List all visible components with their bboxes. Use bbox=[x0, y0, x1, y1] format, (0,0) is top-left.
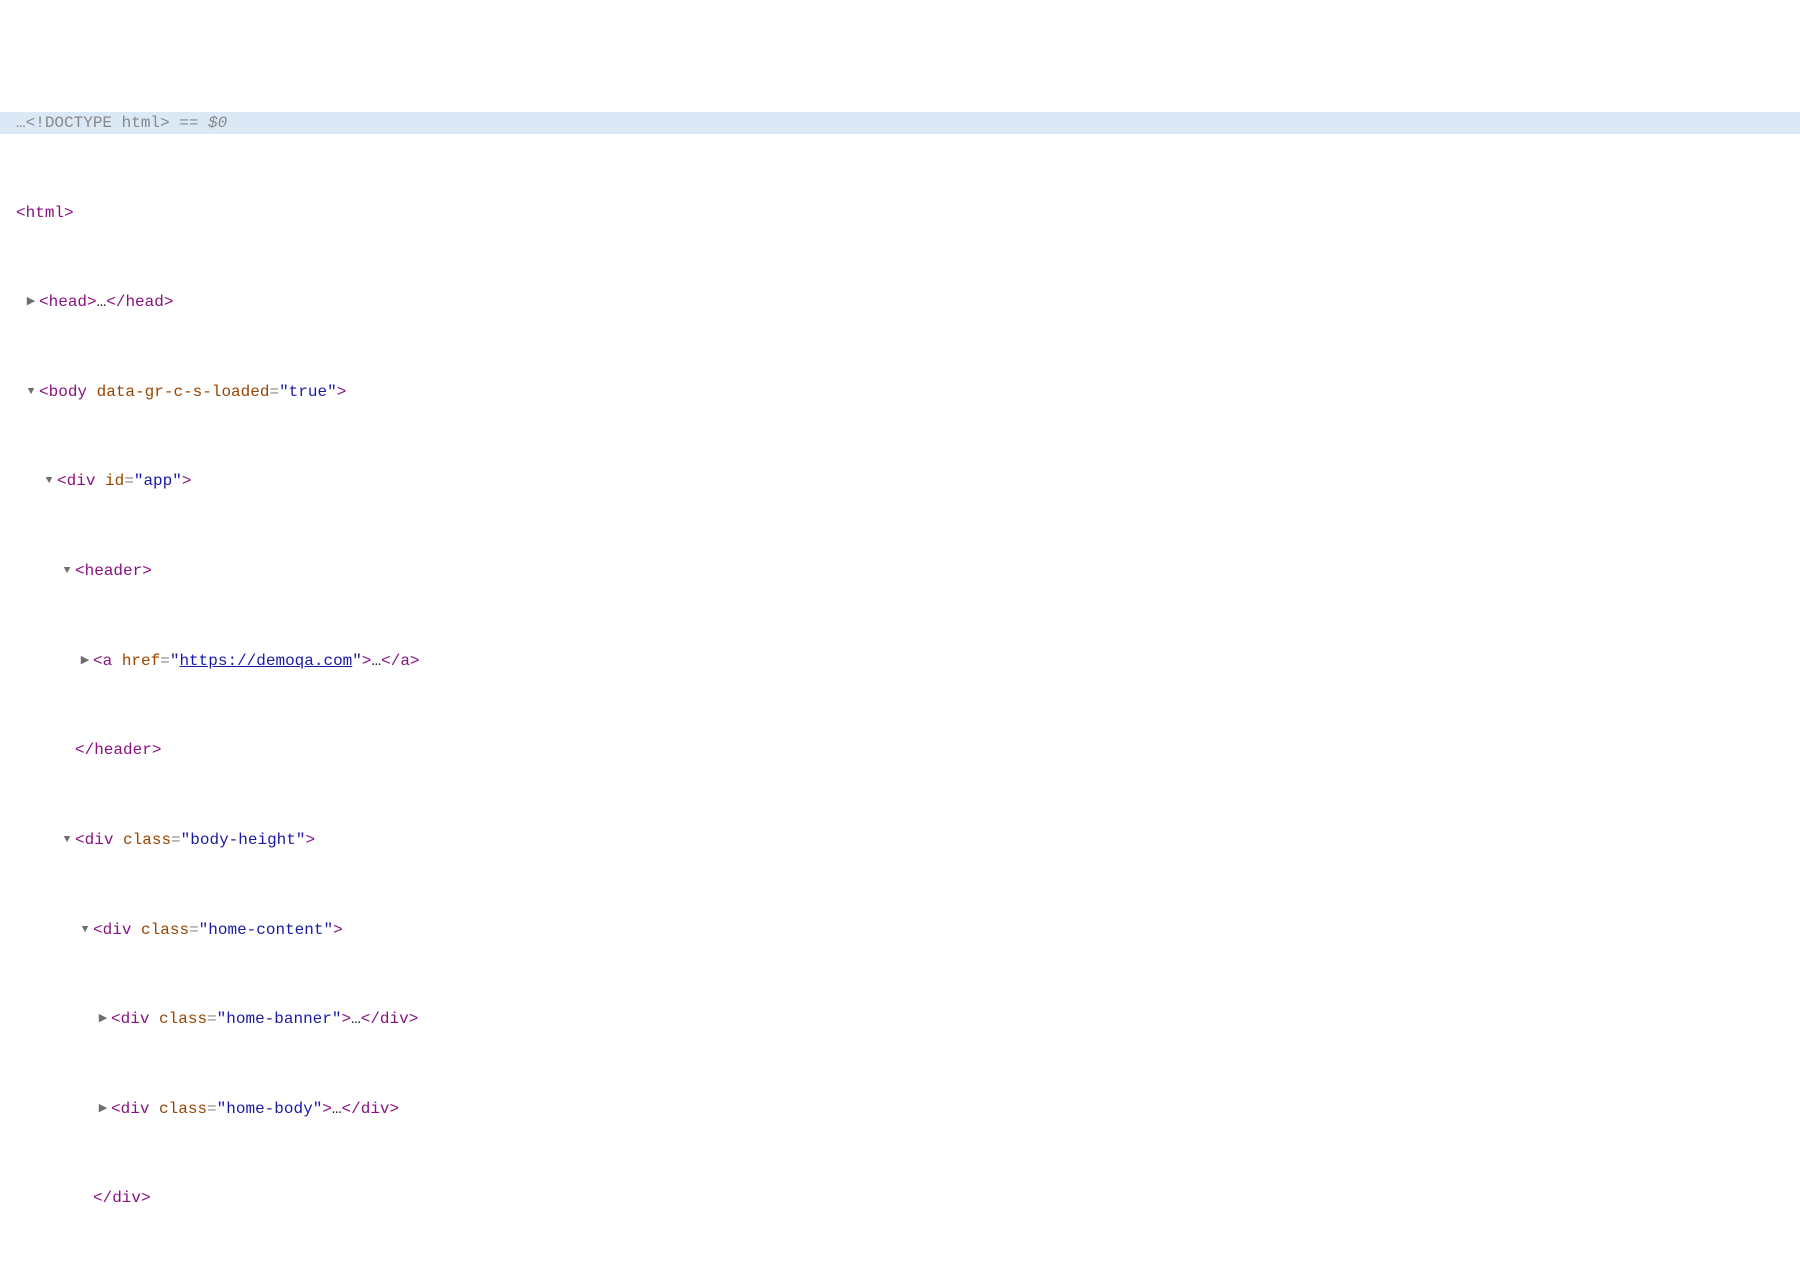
href-link[interactable]: https://demoqa.com bbox=[179, 650, 352, 672]
tag-html: html bbox=[26, 202, 64, 224]
dom-line-doctype[interactable]: …<!DOCTYPE html> == $0 bbox=[0, 112, 1800, 134]
tag-body: body bbox=[49, 381, 87, 403]
collapse-icon[interactable] bbox=[25, 381, 37, 403]
dom-line-div-close[interactable]: </div> bbox=[0, 1187, 1800, 1209]
dom-line-div-home-content[interactable]: <div class="home-content"> bbox=[0, 919, 1800, 941]
expand-icon[interactable] bbox=[97, 1098, 109, 1120]
collapse-icon[interactable] bbox=[79, 919, 91, 941]
dom-line-header-close[interactable]: </header> bbox=[0, 739, 1800, 761]
dom-line-html-open[interactable]: <html> bbox=[0, 202, 1800, 224]
dom-line-div-home-body[interactable]: <div class="home-body">…</div> bbox=[0, 1098, 1800, 1120]
dom-line-body-open[interactable]: <body data-gr-c-s-loaded="true"> bbox=[0, 381, 1800, 403]
doctype-text: <!DOCTYPE html> bbox=[26, 112, 170, 134]
expand-icon[interactable] bbox=[25, 291, 37, 313]
expand-icon[interactable] bbox=[97, 1008, 109, 1030]
dom-line-div-app[interactable]: <div id="app"> bbox=[0, 470, 1800, 492]
collapse-icon[interactable] bbox=[43, 470, 55, 492]
expand-icon[interactable] bbox=[79, 650, 91, 672]
selected-suffix: == $0 bbox=[170, 112, 228, 134]
tag-head: head bbox=[49, 291, 87, 313]
dom-line-div-body-height[interactable]: <div class="body-height"> bbox=[0, 829, 1800, 851]
ellipsis: … bbox=[16, 112, 26, 134]
dom-line-head[interactable]: <head>…</head> bbox=[0, 291, 1800, 313]
ellipsis: … bbox=[97, 291, 107, 313]
collapse-icon[interactable] bbox=[61, 829, 73, 851]
collapse-icon[interactable] bbox=[61, 560, 73, 582]
dom-line-div-home-banner[interactable]: <div class="home-banner">…</div> bbox=[0, 1008, 1800, 1030]
dom-line-anchor[interactable]: <a href="https://demoqa.com">…</a> bbox=[0, 650, 1800, 672]
dom-line-header-open[interactable]: <header> bbox=[0, 560, 1800, 582]
